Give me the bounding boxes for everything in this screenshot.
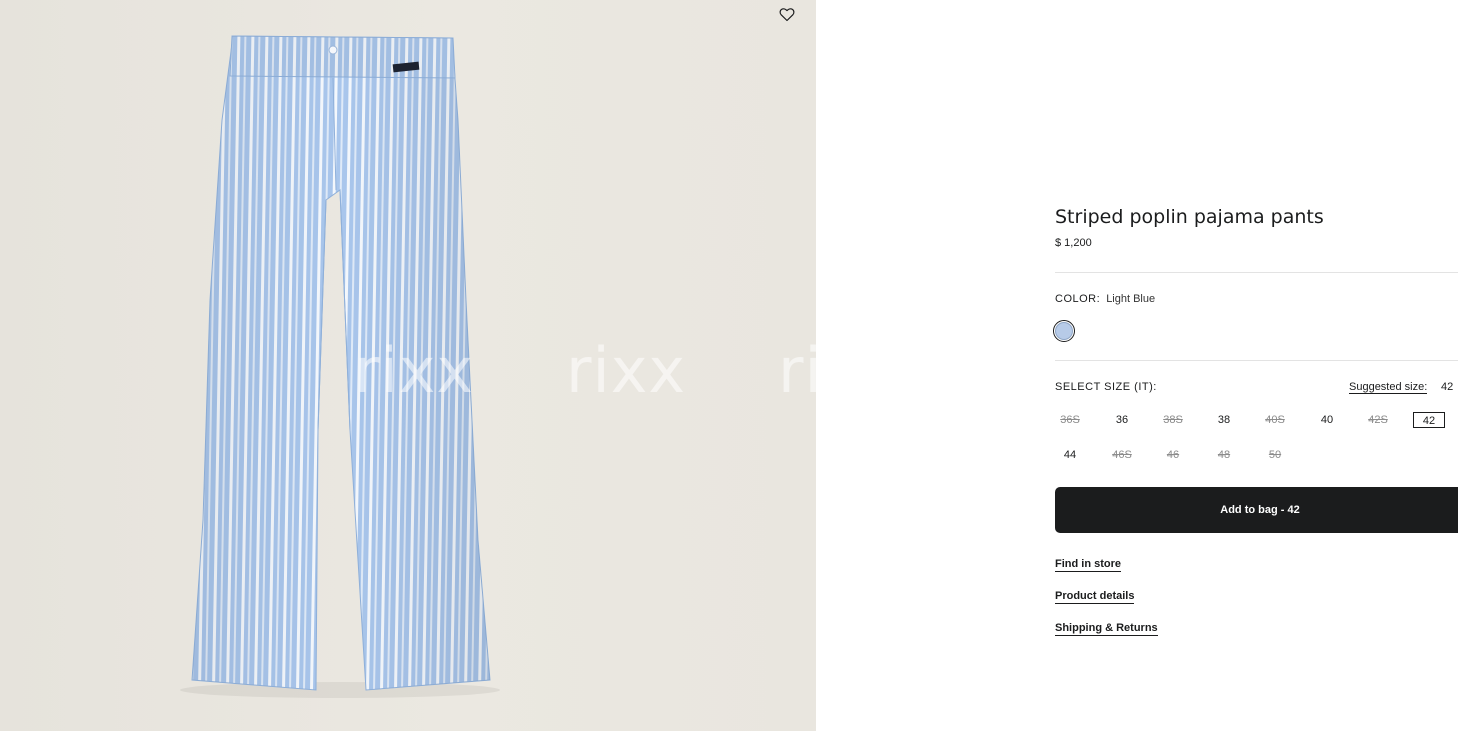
suggested-size-value: 42 (1441, 381, 1454, 393)
size-option-42[interactable]: 42 (1413, 412, 1445, 428)
product-info-panel: Striped poplin pajama pants $ 1,200 COLO… (1053, 0, 1458, 731)
wishlist-button[interactable] (776, 4, 798, 24)
watermark-text-2: rixx (566, 334, 687, 407)
product-image-panel: rixx rixx rixx (0, 0, 816, 731)
size-option-42s[interactable]: 42S (1362, 412, 1394, 428)
divider (1055, 272, 1458, 273)
size-option-36s[interactable]: 36S (1054, 412, 1086, 428)
size-option-38[interactable]: 38 (1208, 412, 1240, 428)
select-size-label: SELECT SIZE (IT): (1055, 381, 1157, 393)
size-option-38s[interactable]: 38S (1157, 412, 1189, 428)
swatch-dot (1055, 322, 1073, 340)
color-swatch-light-blue[interactable] (1053, 320, 1075, 342)
product-details-link[interactable]: Product details (1055, 590, 1135, 604)
watermark-text-1: rixx (354, 334, 475, 407)
product-price: $ 1,200 (1055, 237, 1092, 249)
find-in-store-link[interactable]: Find in store (1055, 558, 1121, 572)
divider (1055, 360, 1458, 361)
size-option-46s[interactable]: 46S (1106, 447, 1138, 463)
size-option-40[interactable]: 40 (1311, 412, 1343, 428)
size-option-48[interactable]: 48 (1208, 447, 1240, 463)
size-option-36[interactable]: 36 (1106, 412, 1138, 428)
product-title: Striped poplin pajama pants (1055, 206, 1324, 228)
watermark-text-3: rixx (778, 334, 816, 407)
size-option-40s[interactable]: 40S (1259, 412, 1291, 428)
color-value: Light Blue (1106, 293, 1156, 305)
size-option-50[interactable]: 50 (1259, 447, 1291, 463)
color-label: COLOR: (1055, 293, 1101, 305)
shipping-returns-link[interactable]: Shipping & Returns (1055, 622, 1158, 636)
size-option-46[interactable]: 46 (1157, 447, 1189, 463)
suggested-size-link[interactable]: Suggested size: (1349, 381, 1428, 394)
add-to-bag-button[interactable]: Add to bag - 42 (1055, 487, 1458, 533)
size-option-44[interactable]: 44 (1054, 447, 1086, 463)
color-row: COLOR: Light Blue (1055, 293, 1155, 305)
heart-icon (779, 7, 795, 21)
